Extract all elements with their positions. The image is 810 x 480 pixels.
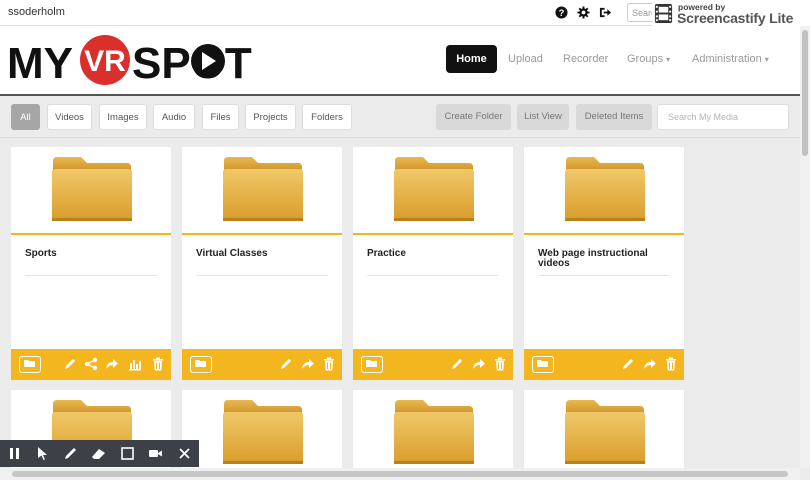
- forward-icon[interactable]: [301, 357, 315, 371]
- pause-icon[interactable]: [7, 446, 22, 461]
- folder-icon: [394, 157, 474, 221]
- card-title[interactable]: Practice: [367, 249, 499, 259]
- card-title[interactable]: Sports: [25, 249, 157, 259]
- help-icon[interactable]: ?: [555, 6, 568, 19]
- filter-audio[interactable]: Audio: [153, 104, 195, 130]
- card-actions: [11, 349, 171, 380]
- folder-open-icon[interactable]: [361, 356, 383, 373]
- folder-open-icon[interactable]: [19, 356, 41, 373]
- bar-chart-icon[interactable]: [128, 357, 142, 371]
- camera-icon[interactable]: [148, 446, 163, 461]
- card-divider: [25, 275, 157, 276]
- pencil-icon[interactable]: [63, 357, 77, 371]
- trash-icon[interactable]: [322, 357, 336, 371]
- eraser-icon[interactable]: [91, 446, 106, 461]
- gear-icon[interactable]: [577, 6, 590, 19]
- folder-icon: [52, 157, 132, 221]
- nav-administration[interactable]: Administration ▾: [692, 45, 769, 73]
- svg-text:?: ?: [559, 8, 565, 18]
- folder-icon: [565, 157, 645, 221]
- folder-card-web-page-instructional-videos[interactable]: Web page instructional videos: [524, 147, 684, 380]
- card-actions: [353, 349, 513, 380]
- site-header: MY VR SPOT Home Upload Recorder Groups▾ …: [0, 26, 800, 96]
- horizontal-scroll-thumb[interactable]: [12, 471, 788, 477]
- folder-card[interactable]: [524, 390, 684, 480]
- caret-down-icon: ▾: [764, 55, 769, 64]
- forward-icon[interactable]: [105, 357, 119, 371]
- deleted-items-button[interactable]: Deleted Items: [576, 104, 652, 130]
- watermark-name: Screencastify Lite: [677, 10, 794, 26]
- card-title[interactable]: Virtual Classes: [196, 249, 328, 259]
- myvrspot-logo[interactable]: MY VR SPOT: [7, 34, 257, 86]
- nav-groups-label: Groups: [627, 53, 664, 65]
- logo-vr-text: VR: [84, 45, 126, 78]
- card-title[interactable]: Web page instructional videos: [538, 249, 670, 269]
- film-strip-icon: [654, 3, 673, 24]
- card-divider: [367, 275, 499, 276]
- forward-icon[interactable]: [472, 357, 486, 371]
- username[interactable]: ssoderholm: [8, 6, 65, 18]
- card-thumbnail[interactable]: [182, 390, 342, 480]
- logout-icon[interactable]: [599, 6, 612, 19]
- nav-home[interactable]: Home: [446, 45, 497, 73]
- filter-all[interactable]: All: [11, 104, 40, 130]
- folder-icon: [223, 157, 303, 221]
- folder-card[interactable]: [182, 390, 342, 480]
- recording-toolbar: [0, 440, 199, 467]
- folder-icon: [565, 400, 645, 464]
- close-icon[interactable]: [177, 446, 192, 461]
- folder-icon: [223, 400, 303, 464]
- card-thumbnail[interactable]: [11, 147, 171, 235]
- vertical-scrollbar[interactable]: [800, 26, 810, 468]
- trash-icon[interactable]: [664, 357, 678, 371]
- folder-icon: [394, 400, 474, 464]
- pencil-icon[interactable]: [279, 357, 293, 371]
- forward-icon[interactable]: [643, 357, 657, 371]
- pen-icon[interactable]: [63, 446, 78, 461]
- horizontal-scrollbar[interactable]: [0, 468, 800, 480]
- cursor-icon[interactable]: [35, 446, 50, 461]
- create-folder-button[interactable]: Create Folder: [436, 104, 511, 130]
- share-icon[interactable]: [84, 357, 98, 371]
- top-bar: ssoderholm ? Search powered by Screenca: [0, 0, 810, 26]
- media-toolbar: All Videos Images Audio Files Projects F…: [0, 96, 800, 138]
- folder-card-virtual-classes[interactable]: Virtual Classes: [182, 147, 342, 380]
- nav-groups[interactable]: Groups ▾: [627, 45, 670, 73]
- card-thumbnail[interactable]: [524, 147, 684, 235]
- logo-my-text: MY: [7, 39, 73, 86]
- rectangle-icon[interactable]: [120, 446, 135, 461]
- pencil-icon[interactable]: [450, 357, 464, 371]
- filter-videos[interactable]: Videos: [47, 104, 92, 130]
- card-actions: [182, 349, 342, 380]
- folder-open-icon[interactable]: [532, 356, 554, 373]
- pencil-icon[interactable]: [621, 357, 635, 371]
- search-my-media-input[interactable]: [657, 104, 789, 130]
- folder-card-practice[interactable]: Practice: [353, 147, 513, 380]
- filter-files[interactable]: Files: [202, 104, 239, 130]
- caret-down-icon: ▾: [666, 55, 671, 64]
- card-divider: [538, 275, 670, 276]
- card-thumbnail[interactable]: [353, 147, 513, 235]
- card-thumbnail[interactable]: [182, 147, 342, 235]
- card-thumbnail[interactable]: [524, 390, 684, 480]
- folder-card[interactable]: [353, 390, 513, 480]
- filter-projects[interactable]: Projects: [245, 104, 296, 130]
- nav-upload[interactable]: Upload: [508, 45, 543, 73]
- folder-card-sports[interactable]: Sports: [11, 147, 171, 380]
- folder-open-icon[interactable]: [190, 356, 212, 373]
- list-view-button[interactable]: List View: [517, 104, 569, 130]
- filter-folders[interactable]: Folders: [302, 104, 352, 130]
- trash-icon[interactable]: [151, 357, 165, 371]
- card-thumbnail[interactable]: [353, 390, 513, 480]
- nav-administration-label: Administration: [692, 53, 762, 65]
- vertical-scroll-thumb[interactable]: [802, 30, 808, 156]
- nav-recorder[interactable]: Recorder: [563, 45, 608, 73]
- filter-images[interactable]: Images: [99, 104, 147, 130]
- card-actions: [524, 349, 684, 380]
- trash-icon[interactable]: [493, 357, 507, 371]
- card-divider: [196, 275, 328, 276]
- screencastify-watermark: powered by Screencastify Lite: [652, 1, 810, 26]
